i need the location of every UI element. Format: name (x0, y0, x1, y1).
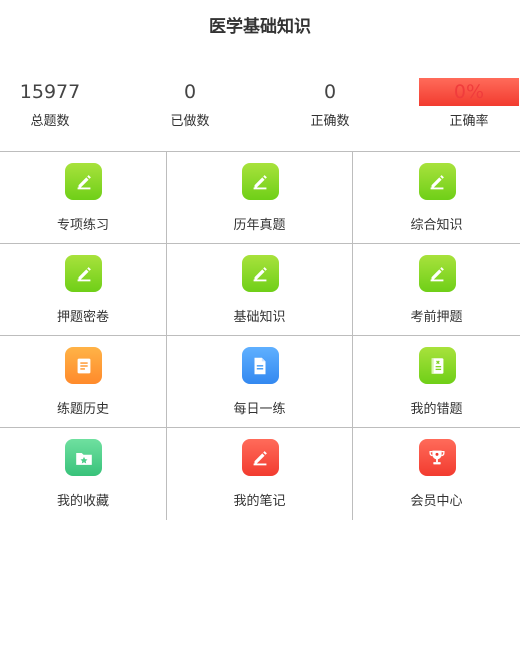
menu-item-pre-exam-prediction[interactable]: 考前押题 (353, 244, 520, 336)
menu-grid: 专项练习 历年真题 综合知识 押题密卷 基础知识 考前押题 练题历史 每日一练 … (0, 151, 520, 521)
edit-icon (418, 163, 456, 200)
stat-done: 0 已做数 (140, 78, 240, 130)
stat-accuracy-value: 0% (419, 78, 519, 106)
trophy-icon (418, 439, 456, 476)
menu-item-special-practice[interactable]: 专项练习 (0, 152, 167, 244)
stat-accuracy: 0% 正确率 (419, 78, 519, 130)
menu-item-label: 我的收藏 (56, 494, 109, 509)
stat-accuracy-label: 正确率 (449, 114, 489, 129)
edit-icon (241, 163, 279, 200)
edit-icon (65, 255, 102, 292)
edit-icon (418, 255, 456, 292)
menu-item-my-mistakes[interactable]: 我的错题 (353, 336, 520, 428)
menu-item-label: 我的错题 (410, 402, 463, 417)
menu-item-label: 历年真题 (233, 218, 286, 233)
history-icon (65, 347, 102, 384)
menu-item-label: 综合知识 (410, 218, 463, 233)
stat-correct: 0 正确数 (280, 78, 380, 130)
menu-item-predicted-papers[interactable]: 押题密卷 (0, 244, 167, 336)
menu-item-general-knowledge[interactable]: 综合知识 (353, 152, 520, 244)
favorite-folder-icon (65, 439, 102, 476)
stat-correct-value: 0 (323, 81, 337, 103)
menu-item-label: 我的笔记 (233, 494, 286, 509)
stat-correct-label: 正确数 (310, 114, 350, 129)
stat-done-value: 0 (183, 81, 197, 103)
menu-item-label: 押题密卷 (56, 310, 109, 325)
menu-item-member-center[interactable]: 会员中心 (353, 428, 520, 520)
menu-item-my-notes[interactable]: 我的笔记 (167, 428, 353, 520)
page-title: 医学基础知识 (209, 17, 311, 37)
menu-item-basic-knowledge[interactable]: 基础知识 (167, 244, 353, 336)
document-icon (241, 347, 279, 384)
stat-done-label: 已做数 (170, 114, 210, 129)
stats-bar: 15977 总题数 0 已做数 0 正确数 0% 正确率 (0, 78, 520, 138)
menu-item-label: 会员中心 (410, 494, 463, 509)
note-edit-icon (241, 439, 279, 476)
wrong-book-icon (418, 347, 456, 384)
menu-item-label: 基础知识 (233, 310, 286, 325)
edit-icon (241, 255, 279, 292)
menu-item-label: 每日一练 (233, 402, 286, 417)
edit-icon (65, 163, 102, 200)
menu-item-my-favorites[interactable]: 我的收藏 (0, 428, 167, 520)
menu-item-practice-history[interactable]: 练题历史 (0, 336, 167, 428)
menu-item-daily-practice[interactable]: 每日一练 (167, 336, 353, 428)
menu-item-label: 专项练习 (56, 218, 109, 233)
menu-item-label: 练题历史 (56, 402, 109, 417)
stat-total-label: 总题数 (30, 114, 70, 129)
menu-item-label: 考前押题 (410, 310, 463, 325)
menu-item-past-exams[interactable]: 历年真题 (167, 152, 353, 244)
stat-total-value: 15977 (19, 81, 81, 103)
stat-total: 15977 总题数 (0, 78, 100, 130)
